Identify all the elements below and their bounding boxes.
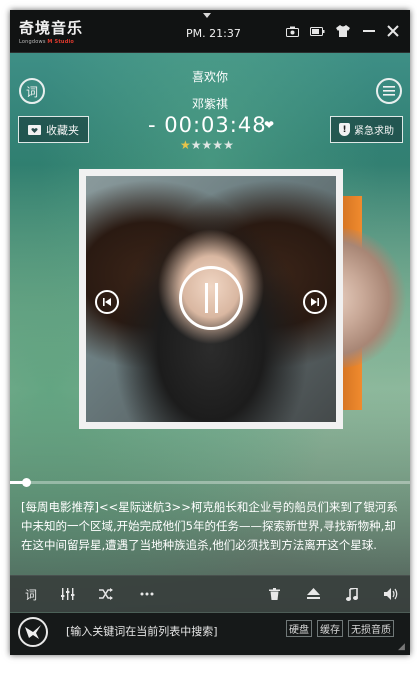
lyrics-button[interactable]: 词	[22, 585, 40, 603]
more-icon[interactable]	[138, 585, 156, 603]
minimize-icon[interactable]	[360, 22, 378, 40]
next-button[interactable]	[303, 290, 327, 314]
volume-icon[interactable]	[382, 585, 400, 603]
pause-button[interactable]	[179, 266, 243, 330]
movie-recommendation-text: [每周电影推荐]<<星际迷航3>>柯克船长和企业号的船员们来到了银河系中未知的一…	[21, 500, 398, 552]
collapse-arrow-icon[interactable]	[203, 13, 211, 18]
player-stage: 词 喜欢你 邓紫祺 - 00:03:48 ❤ ★★★★★ 收藏夹 ! 紧急求助	[10, 53, 410, 613]
star-icon[interactable]: ★	[180, 138, 191, 152]
heart-icon[interactable]: ❤	[264, 118, 274, 132]
vinyl-disc	[332, 228, 408, 368]
artist-name: 邓紫祺	[191, 97, 228, 111]
resize-grip-icon[interactable]: ◢	[398, 642, 405, 652]
app-swallow-logo-icon[interactable]	[18, 617, 48, 647]
close-icon[interactable]	[384, 22, 402, 40]
star-icon[interactable]: ★	[202, 138, 213, 152]
eject-icon[interactable]	[304, 585, 322, 603]
shirt-skin-icon[interactable]	[334, 22, 352, 40]
camera-icon[interactable]	[283, 22, 301, 40]
album-cover	[79, 169, 343, 429]
battery-icon[interactable]	[308, 22, 326, 40]
tag-lossless[interactable]: 无损音质	[348, 620, 394, 637]
album-photo	[86, 176, 336, 422]
folder-heart-icon	[28, 125, 41, 135]
title-bar[interactable]: 奇境音乐 Longdows M Studio PM. 21:37	[10, 10, 410, 53]
star-icon[interactable]: ★	[223, 138, 234, 152]
footer-bar: [输入关键词在当前列表中搜索] 硬盘 缓存 无损音质	[10, 613, 410, 655]
delete-icon[interactable]	[265, 585, 283, 603]
app-logo: 奇境音乐	[19, 19, 84, 37]
music-note-icon[interactable]	[343, 585, 361, 603]
player-window: 奇境音乐 Longdows M Studio PM. 21:37 词 喜欢你 邓…	[10, 10, 410, 655]
tag-cache[interactable]: 缓存	[317, 620, 343, 637]
search-input[interactable]: [输入关键词在当前列表中搜索]	[66, 623, 218, 639]
emergency-help-button[interactable]: ! 紧急求助	[330, 116, 403, 143]
star-icon[interactable]: ★	[212, 138, 223, 152]
rating-stars[interactable]: ★★★★★	[180, 138, 234, 152]
next-icon	[311, 298, 319, 306]
bottom-toolbar: 词	[10, 575, 410, 612]
emergency-help-label: 紧急求助	[354, 126, 394, 137]
pause-icon	[204, 283, 208, 313]
progress-bar[interactable]	[10, 478, 410, 487]
song-title: 喜欢你	[191, 70, 228, 84]
previous-icon	[103, 298, 111, 306]
previous-button[interactable]	[95, 290, 119, 314]
star-icon[interactable]: ★	[191, 138, 202, 152]
shuffle-icon[interactable]	[97, 585, 115, 603]
shield-icon: !	[339, 123, 350, 136]
favorites-label: 收藏夹	[46, 123, 79, 137]
app-logo-subtitle: Longdows M Studio	[19, 39, 75, 45]
progress-handle[interactable]	[22, 478, 31, 487]
favorites-button[interactable]: 收藏夹	[18, 116, 89, 143]
equalizer-icon[interactable]	[59, 585, 77, 603]
clock: PM. 21:37	[186, 27, 241, 40]
tag-harddisk[interactable]: 硬盘	[286, 620, 312, 637]
time-remaining: - 00:03:48	[148, 113, 267, 137]
